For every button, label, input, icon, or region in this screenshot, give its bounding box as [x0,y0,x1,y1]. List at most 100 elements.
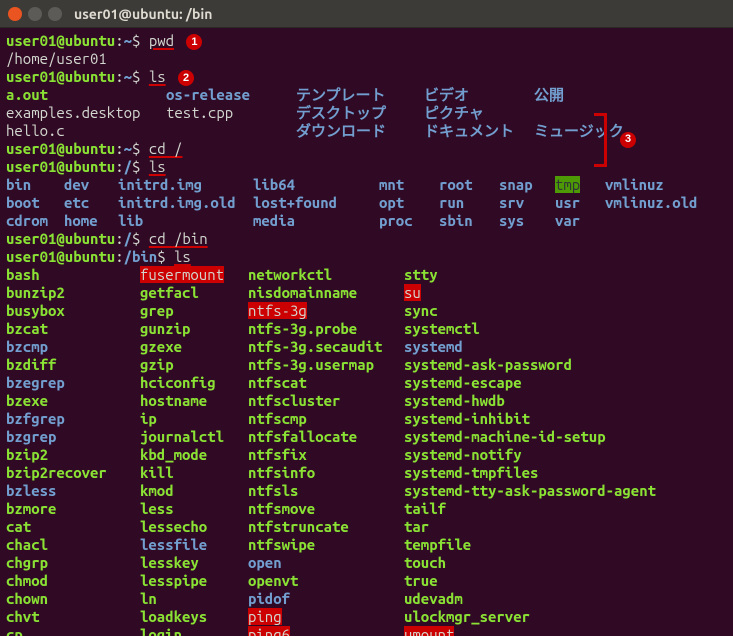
ls-bin-entry: ntfsls [248,482,404,500]
ls-root-entry: lost+found [253,194,379,212]
ls-bin-entry: su [404,284,704,302]
annotation-bracket [597,113,607,167]
folder: ピクチャ [424,104,534,122]
ls-bin-entry: sync [404,302,704,320]
ls-bin-entry: chmod [6,572,140,590]
prompt-line: user01@ubuntu:/bin$ ls [6,248,727,266]
ls-bin-entry: gzip [140,356,248,374]
ls-bin-entry: ping [248,608,404,626]
annotation-3: 3 [620,132,636,148]
folder: ダウンロード [296,122,424,140]
ls-root-entry: opt [379,194,439,212]
ls-bin-entry: tailf [404,500,704,518]
ls-bin-entry: fusermount [140,266,248,284]
ls-root-entry: lib64 [253,176,379,194]
ls-bin-entry: chown [6,590,140,608]
ls-bin-entry: umount [404,626,704,636]
ls-bin-entry: systemd [404,338,704,356]
ls-bin-entry: ln [140,590,248,608]
ls-root-entry: etc [64,194,118,212]
file-link: os-release [166,86,296,104]
ls-bin-entry: grep [140,302,248,320]
ls-bin-entry: systemd-escape [404,374,704,392]
prompt-user: user01@ubuntu [6,32,115,49]
ls-root-entry: dev [64,176,118,194]
ls-bin-entry: ntfs-3g.probe [248,320,404,338]
ls-bin-entry: bzegrep [6,374,140,392]
ls-bin-entry: systemd-inhibit [404,410,704,428]
ls-bin-entry: stty [404,266,704,284]
ls-bin-entry: bzexe [6,392,140,410]
close-icon[interactable] [8,7,22,21]
pwd-output: /home/user01 [6,50,727,68]
cmd-ls: ls [149,68,166,85]
folder: 公開 [534,86,624,104]
ls-root-entry: proc [379,212,439,230]
ls-bin-entry: login [140,626,248,636]
ls-root-entry: run [439,194,499,212]
terminal-area[interactable]: user01@ubuntu:~$ pwd 1 /home/user01 user… [0,28,733,636]
ls-bin-entry: tempfile [404,536,704,554]
ls-bin-entry: cat [6,518,140,536]
ls-bin-entry: networkctl [248,266,404,284]
ls-bin-entry: ntfsmove [248,500,404,518]
ls-home-output: a.out os-release テンプレート ビデオ 公開 examples.… [6,86,727,140]
ls-root-entry: vmlinuz.old [605,194,720,212]
ls-bin-entry: systemctl [404,320,704,338]
ls-bin-entry: ntfsfix [248,446,404,464]
ls-bin-entry: bzip2 [6,446,140,464]
prompt-line: user01@ubuntu:~$ pwd 1 [6,32,727,50]
ls-bin-entry: bzip2recover [6,464,140,482]
ls-root-entry: initrd.img.old [118,194,253,212]
minimize-icon[interactable] [28,7,42,21]
folder: テンプレート [296,86,424,104]
ls-bin-entry: open [248,554,404,572]
ls-bin-entry: bzdiff [6,356,140,374]
ls-bin-entry: bash [6,266,140,284]
prompt-line: user01@ubuntu:~$ ls 2 [6,68,727,86]
ls-bin-entry: ntfscmp [248,410,404,428]
ls-bin-entry: loadkeys [140,608,248,626]
window-titlebar: user01@ubuntu: /bin [0,0,733,28]
window-title: user01@ubuntu: /bin [74,6,212,22]
ls-root-entry: sys [499,212,555,230]
ls-root-output: bindevinitrd.imglib64mntrootsnaptmpvmlin… [6,176,727,230]
ls-bin-entry: busybox [6,302,140,320]
ls-bin-entry: chvt [6,608,140,626]
ls-bin-entry: ntfsfallocate [248,428,404,446]
file-exe: a.out [6,86,166,104]
cmd-ls: ls [149,158,166,175]
ls-bin-entry: bzless [6,482,140,500]
ls-bin-entry: ulockmgr_server [404,608,704,626]
folder: ビデオ [424,86,534,104]
ls-root-entry: boot [6,194,64,212]
ls-bin-entry: bunzip2 [6,284,140,302]
ls-bin-entry: ntfscluster [248,392,404,410]
ls-root-entry: bin [6,176,64,194]
ls-bin-entry: pidof [248,590,404,608]
maximize-icon[interactable] [48,7,62,21]
annotation-2: 2 [178,70,194,86]
ls-bin-entry: touch [404,554,704,572]
file: hello.c [6,122,166,140]
ls-bin-entry: lesskey [140,554,248,572]
ls-root-entry: vmlinuz [605,176,720,194]
folder: ミュージック [534,122,624,140]
ls-bin-entry: chgrp [6,554,140,572]
ls-bin-entry: kill [140,464,248,482]
ls-root-entry: mnt [379,176,439,194]
file: examples.desktop [6,104,166,122]
ls-bin-entry: lessfile [140,536,248,554]
ls-bin-entry: ping6 [248,626,404,636]
ls-root-entry: tmp [555,176,605,194]
ls-bin-entry: less [140,500,248,518]
ls-bin-entry: tar [404,518,704,536]
ls-bin-entry: ip [140,410,248,428]
ls-bin-entry: bzgrep [6,428,140,446]
ls-bin-entry: gzexe [140,338,248,356]
cmd-cd-root: cd / [149,140,183,157]
ls-bin-entry: systemd-notify [404,446,704,464]
ls-root-entry: sbin [439,212,499,230]
ls-bin-entry: systemd-hwdb [404,392,704,410]
ls-root-entry: home [64,212,118,230]
